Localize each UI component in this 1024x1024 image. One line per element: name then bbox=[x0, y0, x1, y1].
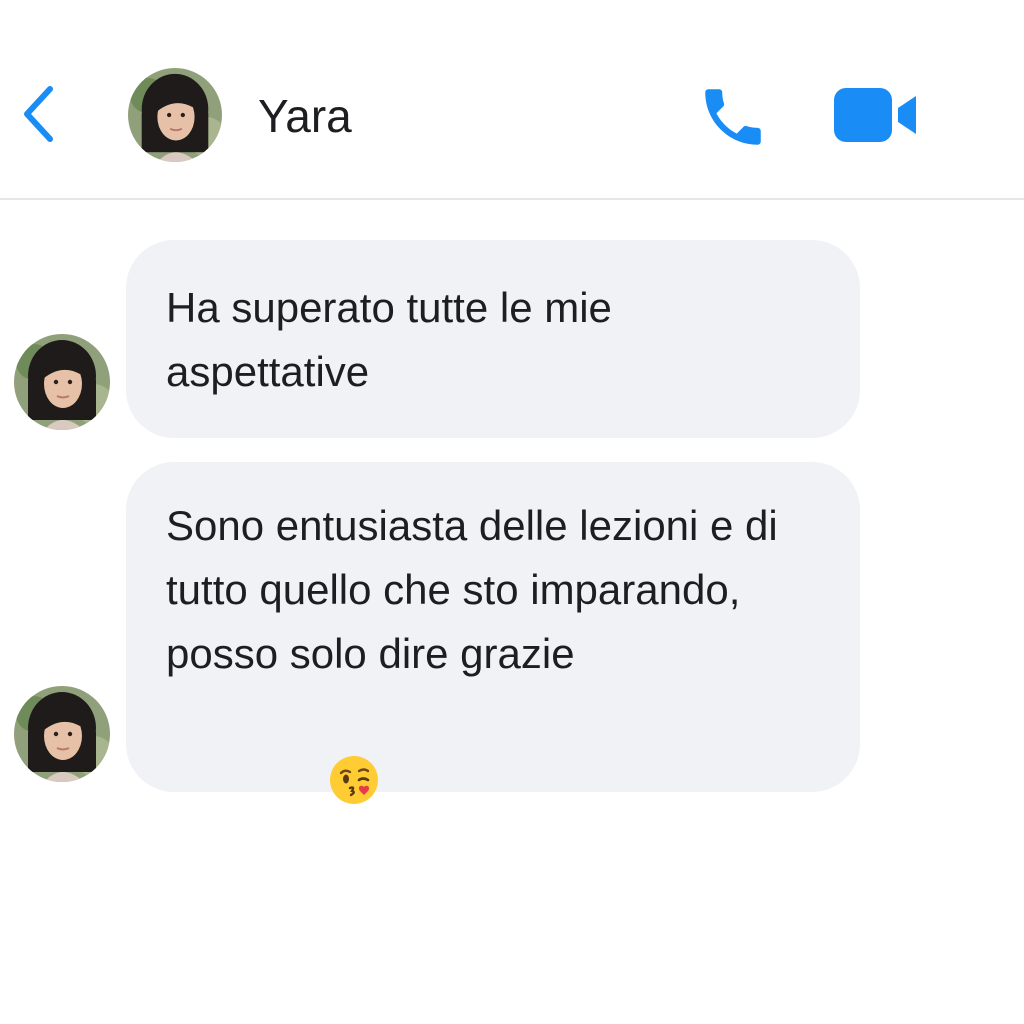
back-button[interactable] bbox=[14, 80, 64, 150]
message-bubble[interactable]: Ha superato tutte le mie aspettative bbox=[126, 240, 860, 438]
avatar-image bbox=[128, 68, 222, 162]
chat-screen: Yara Ha superato tutte le mie aspettativ… bbox=[0, 0, 1024, 1024]
video-call-button[interactable] bbox=[830, 84, 922, 146]
avatar-image bbox=[14, 334, 110, 430]
contact-name[interactable]: Yara bbox=[258, 88, 352, 144]
message-bubble[interactable]: Sono entusiasta delle lezioni e di tutto… bbox=[126, 462, 860, 792]
sender-avatar[interactable] bbox=[14, 686, 110, 782]
contact-avatar[interactable] bbox=[128, 68, 222, 162]
avatar-image bbox=[14, 686, 110, 782]
message-list[interactable]: Ha superato tutte le mie aspettative Son… bbox=[0, 200, 1024, 1024]
phone-icon bbox=[705, 89, 761, 145]
chevron-left-icon bbox=[24, 86, 53, 142]
video-camera-icon bbox=[834, 88, 916, 142]
winking-kiss-emoji-icon bbox=[330, 756, 378, 804]
chat-header: Yara bbox=[0, 0, 1024, 200]
sender-avatar[interactable] bbox=[14, 334, 110, 430]
voice-call-button[interactable] bbox=[694, 80, 772, 154]
message-reaction[interactable] bbox=[328, 754, 380, 806]
